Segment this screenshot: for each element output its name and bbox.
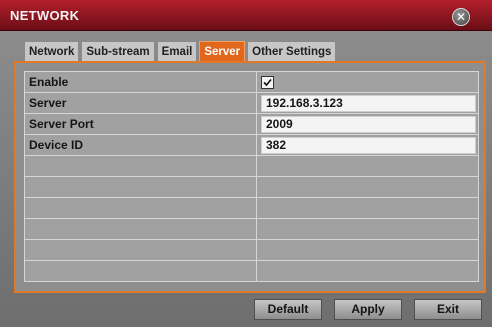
empty-cell [256,155,479,177]
checkmark-icon [263,78,272,86]
table-row [24,176,479,198]
server-port-label: Server Port [24,113,257,135]
table-row [24,239,479,261]
table-row: Enable [24,71,479,93]
default-button[interactable]: Default [254,299,322,320]
network-window: NETWORK ✕ Network Sub-stream Email Serve… [0,0,492,327]
tab-other-settings[interactable]: Other Settings [247,41,337,61]
title-bar: NETWORK ✕ [0,0,492,31]
device-id-label: Device ID [24,134,257,156]
empty-cell [24,197,257,219]
empty-cell [24,176,257,198]
empty-cell [256,218,479,240]
empty-cell [24,155,257,177]
tab-email[interactable]: Email [156,41,198,61]
device-id-field[interactable]: 382 [261,136,476,154]
tab-server[interactable]: Server [199,41,246,61]
settings-table: Enable Server 192.168.3.123 Server Port … [24,71,479,282]
empty-cell [256,176,479,198]
exit-button[interactable]: Exit [414,299,482,320]
empty-cell [24,218,257,240]
table-row: Server Port 2009 [24,113,479,135]
table-row [24,155,479,177]
empty-cell [24,239,257,261]
tab-network[interactable]: Network [24,41,80,61]
enable-label: Enable [24,71,257,93]
table-row: Server 192.168.3.123 [24,92,479,114]
table-row [24,197,479,219]
table-row [24,260,479,282]
tab-bar: Network Sub-stream Email Server Other Se… [24,41,337,61]
server-label: Server [24,92,257,114]
server-port-field[interactable]: 2009 [261,115,476,133]
empty-cell [24,260,257,282]
tab-sub-stream[interactable]: Sub-stream [81,41,155,61]
table-row [24,218,479,240]
server-field[interactable]: 192.168.3.123 [261,94,476,112]
empty-cell [256,260,479,282]
empty-cell [256,239,479,261]
table-row: Device ID 382 [24,134,479,156]
window-title: NETWORK [10,8,80,23]
footer-buttons: Default Apply Exit [254,299,482,320]
empty-cell [256,197,479,219]
enable-checkbox[interactable] [261,75,274,89]
server-settings-panel: Enable Server 192.168.3.123 Server Port … [14,61,486,293]
close-icon[interactable]: ✕ [452,8,470,26]
apply-button[interactable]: Apply [334,299,402,320]
